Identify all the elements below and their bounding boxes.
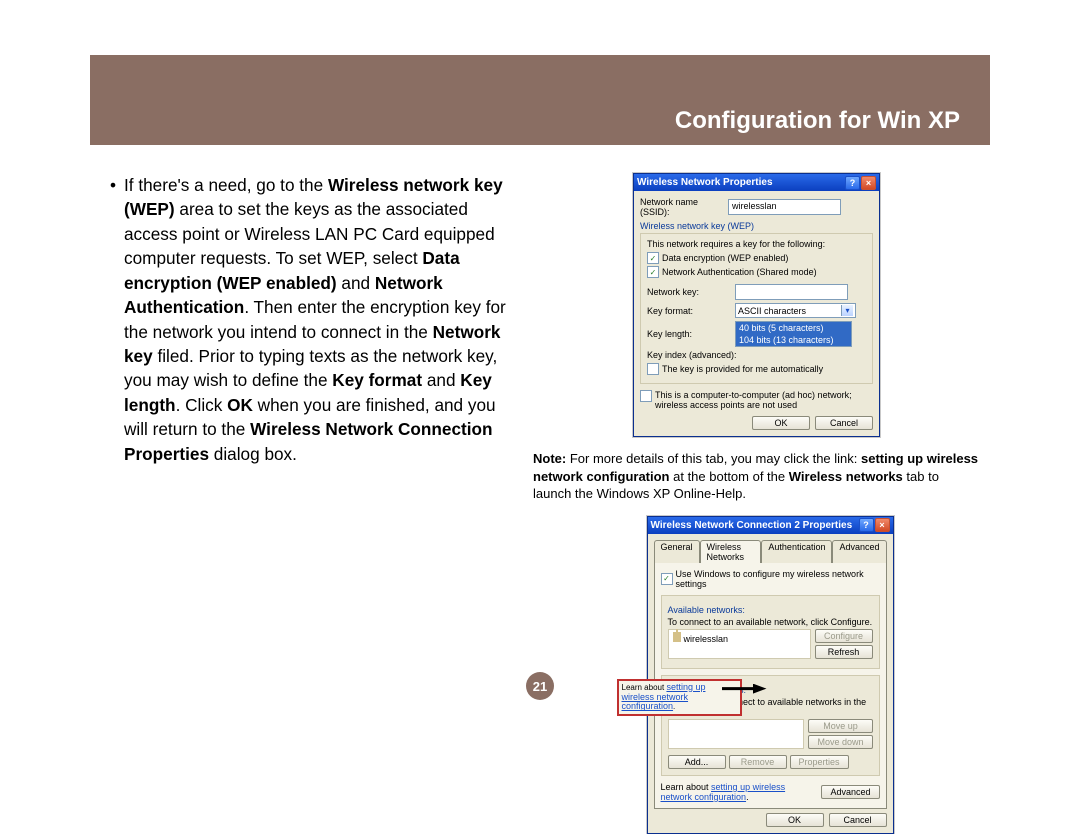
wep-fieldset: This network requires a key for the foll…: [640, 233, 873, 384]
instruction-column: • If there's a need, go to the Wireless …: [110, 173, 515, 834]
checkbox-data-encryption[interactable]: ✓Data encryption (WEP enabled): [647, 252, 788, 264]
network-key-label: Network key:: [647, 287, 735, 297]
note-paragraph: Note: For more details of this tab, you …: [533, 450, 980, 503]
dialog-2-wrapper: Wireless Network Connection 2 Properties…: [622, 516, 892, 834]
page-content: • If there's a need, go to the Wireless …: [90, 145, 990, 834]
preferred-networks-list[interactable]: [668, 719, 805, 749]
checkbox-adhoc[interactable]: This is a computer-to-computer (ad hoc) …: [640, 390, 860, 410]
bullet-item: • If there's a need, go to the Wireless …: [110, 173, 515, 466]
checkbox-use-windows[interactable]: ✓Use Windows to configure my wireless ne…: [661, 569, 880, 589]
tab-authentication[interactable]: Authentication: [761, 540, 832, 563]
move-up-button[interactable]: Move up: [808, 719, 872, 733]
available-networks-title: Available networks:: [668, 605, 873, 615]
wep-group-title: Wireless network key (WEP): [640, 221, 873, 231]
refresh-button[interactable]: Refresh: [815, 645, 873, 659]
add-button[interactable]: Add...: [668, 755, 726, 769]
dialog-titlebar: Wireless Network Properties ? ×: [634, 174, 879, 191]
cancel-button[interactable]: Cancel: [829, 813, 887, 827]
available-intro: To connect to an available network, clic…: [668, 617, 873, 627]
ssid-label: Network name (SSID):: [640, 197, 728, 217]
configure-button[interactable]: Configure: [815, 629, 873, 643]
chevron-down-icon: ▾: [841, 305, 853, 316]
remove-button[interactable]: Remove: [729, 755, 787, 769]
ok-button[interactable]: OK: [752, 416, 810, 430]
antenna-icon: [673, 632, 681, 642]
requires-key-text: This network requires a key for the foll…: [647, 239, 866, 249]
instruction-text: If there's a need, go to the Wireless ne…: [124, 173, 515, 466]
page-number-badge: 21: [526, 672, 554, 700]
close-icon[interactable]: ×: [861, 176, 876, 190]
key-index-label: Key index (advanced):: [647, 350, 762, 360]
key-length-dropdown[interactable]: 40 bits (5 characters) 104 bits (13 char…: [735, 321, 852, 347]
figure-column: Wireless Network Properties ? × Network …: [515, 173, 980, 834]
key-length-label: Key length:: [647, 329, 735, 339]
advanced-button[interactable]: Advanced: [821, 785, 879, 799]
checkbox-auto-key[interactable]: The key is provided for me automatically: [647, 363, 823, 375]
network-key-field[interactable]: [735, 284, 848, 300]
page-title: Configuration for Win XP: [675, 107, 960, 135]
dialog-title: Wireless Network Properties: [637, 177, 773, 188]
help-icon[interactable]: ?: [845, 176, 860, 190]
dialog-connection-properties: Wireless Network Connection 2 Properties…: [647, 516, 894, 834]
close-icon[interactable]: ×: [875, 518, 890, 532]
section-header: Configuration for Win XP: [90, 55, 990, 145]
dialog-title: Wireless Network Connection 2 Properties: [651, 520, 853, 531]
tab-general[interactable]: General: [654, 540, 700, 563]
help-icon[interactable]: ?: [859, 518, 874, 532]
checkbox-network-auth[interactable]: ✓Network Authentication (Shared mode): [647, 266, 817, 278]
ok-button[interactable]: OK: [766, 813, 824, 827]
move-down-button[interactable]: Move down: [808, 735, 872, 749]
properties-button[interactable]: Properties: [790, 755, 849, 769]
key-format-label: Key format:: [647, 306, 735, 316]
bullet-dot: •: [110, 173, 124, 466]
dialog-wireless-network-properties: Wireless Network Properties ? × Network …: [633, 173, 880, 437]
tab-advanced[interactable]: Advanced: [832, 540, 886, 563]
available-networks-list[interactable]: wirelesslan: [668, 629, 811, 659]
callout-learn-link: Learn about setting up wireless network …: [617, 679, 742, 717]
manual-page: Configuration for Win XP • If there's a …: [90, 55, 990, 695]
key-format-dropdown[interactable]: ASCII characters ▾: [735, 303, 856, 318]
cancel-button[interactable]: Cancel: [815, 416, 873, 430]
ssid-field[interactable]: wirelesslan: [728, 199, 841, 215]
dialog-titlebar: Wireless Network Connection 2 Properties…: [648, 517, 893, 534]
tab-wireless-networks[interactable]: Wireless Networks: [700, 540, 762, 563]
